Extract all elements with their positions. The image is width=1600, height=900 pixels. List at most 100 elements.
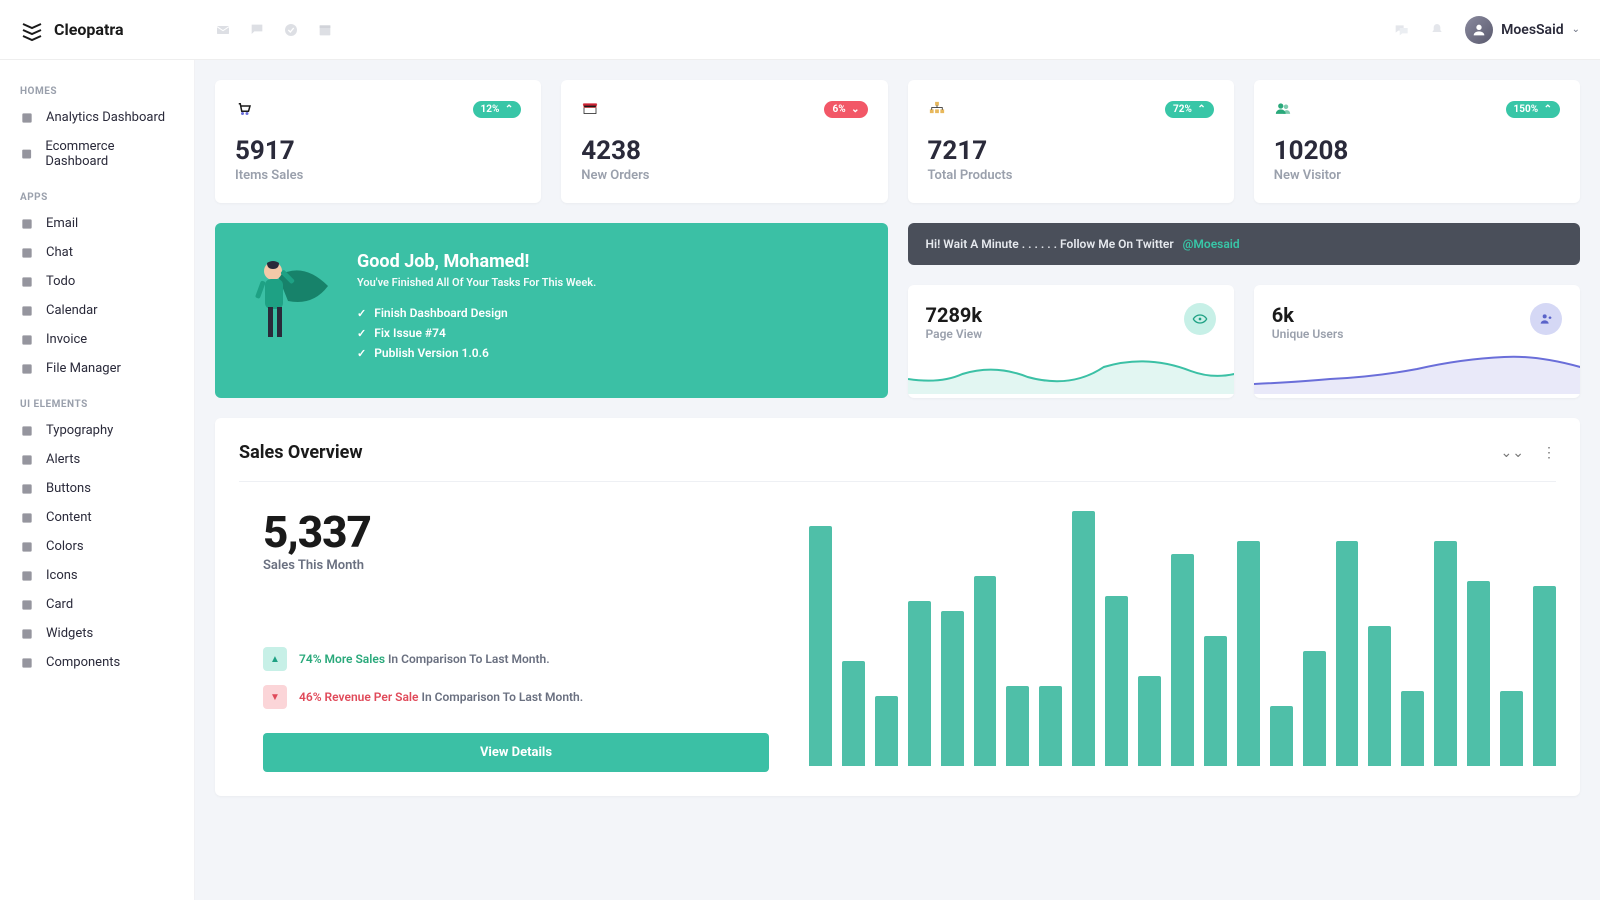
topbar-shortcuts (215, 22, 333, 38)
sidebar-item[interactable]: Todo (0, 267, 194, 296)
sidebar-item[interactable]: Card (0, 590, 194, 619)
sidebar-item[interactable]: Alerts (0, 445, 194, 474)
mail-icon (20, 217, 34, 231)
chart-bar (1467, 581, 1490, 766)
palette-icon (20, 540, 34, 554)
sidebar-item[interactable]: Buttons (0, 474, 194, 503)
chart-bar (1270, 706, 1293, 766)
sidebar-item[interactable]: Content (0, 503, 194, 532)
mini-value: 6k (1272, 303, 1344, 327)
sparkline (908, 349, 1234, 394)
caret-down-icon: ▼ (263, 685, 287, 709)
chart-bar (1434, 541, 1457, 766)
sidebar-item-label: Components (46, 655, 120, 670)
main-content: 12% 5917Items Sales6% 4238New Orders72% … (195, 60, 1600, 900)
check-icon (357, 326, 366, 340)
sidebar-section-header: APPS (0, 186, 194, 209)
logo-icon (20, 18, 44, 42)
sidebar-item[interactable]: File Manager (0, 354, 194, 383)
sidebar-item[interactable]: Widgets (0, 619, 194, 648)
users-icon (1274, 100, 1292, 118)
sidebar-item-label: Content (46, 510, 92, 525)
chart-bar (941, 611, 964, 766)
calendar-icon (20, 304, 34, 318)
stat-label: Total Products (928, 168, 1214, 183)
messages-icon[interactable] (1393, 22, 1409, 38)
sidebar-item[interactable]: Invoice (0, 325, 194, 354)
sidebar-item-label: Icons (46, 568, 78, 583)
sidebar-item[interactable]: Ecommerce Dashboard (0, 132, 194, 176)
sidebar-item[interactable]: Icons (0, 561, 194, 590)
hero-illustration (243, 251, 333, 351)
sidebar-item[interactable]: Components (0, 648, 194, 677)
twitter-handle: @Moesaid (1183, 237, 1240, 251)
trend-badge: 12% (473, 101, 522, 118)
hero-task-item: Fix Issue #74 (357, 323, 596, 343)
view-details-button[interactable]: View Details (263, 733, 769, 772)
check-icon (20, 275, 34, 289)
brand[interactable]: Cleopatra (20, 18, 195, 42)
trend-badge: 6% (824, 101, 867, 118)
mini-value: 7289k (926, 303, 983, 327)
chart-bar (842, 661, 865, 766)
sidebar-item[interactable]: Colors (0, 532, 194, 561)
mini-label: Unique Users (1272, 327, 1344, 341)
sidebar-item-label: File Manager (46, 361, 121, 376)
sidebar-item[interactable]: Calendar (0, 296, 194, 325)
sidebar-item-label: Todo (46, 274, 75, 289)
folder-icon (20, 362, 34, 376)
cursor-icon (20, 482, 34, 496)
hero-title: Good Job, Mohamed! (357, 251, 596, 272)
star-icon (20, 569, 34, 583)
sidebar-item-label: Email (46, 216, 78, 231)
hero-task-item: Publish Version 1.0.6 (357, 343, 596, 363)
chart-bar (1072, 511, 1095, 766)
stat-value: 10208 (1274, 136, 1560, 166)
stat-value: 7217 (928, 136, 1214, 166)
calendar-icon[interactable] (317, 22, 333, 38)
caret-up-icon: ▲ (263, 647, 287, 671)
chart-bar (1105, 596, 1128, 766)
chat-icon[interactable] (249, 22, 265, 38)
sidebar-item[interactable]: Chat (0, 238, 194, 267)
stat-value: 5917 (235, 136, 521, 166)
sidebar-item[interactable]: Email (0, 209, 194, 238)
chart-bar (1303, 651, 1326, 766)
chat-icon (20, 246, 34, 260)
check-icon (357, 306, 366, 320)
widget-icon (20, 627, 34, 641)
mini-stat-card: 7289kPage View (908, 285, 1234, 398)
collapse-icon[interactable]: ⌄⌄ (1501, 445, 1524, 461)
user-menu[interactable]: MoesSaid ⌄ (1465, 16, 1580, 44)
stat-card: 150% 10208New Visitor (1254, 80, 1580, 203)
sidebar-item-label: Invoice (46, 332, 87, 347)
sidebar-item-label: Analytics Dashboard (46, 110, 165, 125)
chart-bar (1368, 626, 1391, 766)
twitter-banner[interactable]: Hi! Wait A Minute . . . . . . Follow Me … (908, 223, 1581, 265)
stat-card: 12% 5917Items Sales (215, 80, 541, 203)
trend-badge: 150% (1506, 101, 1560, 118)
component-icon (20, 656, 34, 670)
chart-bar (1171, 554, 1194, 766)
sidebar-item-label: Buttons (46, 481, 91, 496)
check-badge-icon[interactable] (283, 22, 299, 38)
sidebar-item[interactable]: Typography (0, 416, 194, 445)
hero-card: Good Job, Mohamed! You've Finished All O… (215, 223, 888, 398)
mail-icon[interactable] (215, 22, 231, 38)
more-icon[interactable]: ⋮ (1542, 445, 1556, 461)
notifications-icon[interactable] (1429, 22, 1445, 38)
cart-icon (20, 147, 33, 161)
sidebar-item-label: Card (46, 597, 73, 612)
stat-value: 4238 (581, 136, 867, 166)
stat-label: New Orders (581, 168, 867, 183)
user-plus-icon (1530, 303, 1562, 335)
username: MoesSaid (1501, 22, 1564, 38)
type-icon (20, 424, 34, 438)
chart-bar (1401, 691, 1424, 766)
hero-subtitle: You've Finished All Of Your Tasks For Th… (357, 276, 596, 289)
twitter-text: Hi! Wait A Minute . . . . . . Follow Me … (926, 237, 1174, 251)
sidebar-item[interactable]: Analytics Dashboard (0, 103, 194, 132)
sidebar: HOMESAnalytics DashboardEcommerce Dashbo… (0, 60, 195, 900)
dashboard-icon (20, 111, 34, 125)
sales-caption: Sales This Month (263, 558, 769, 573)
